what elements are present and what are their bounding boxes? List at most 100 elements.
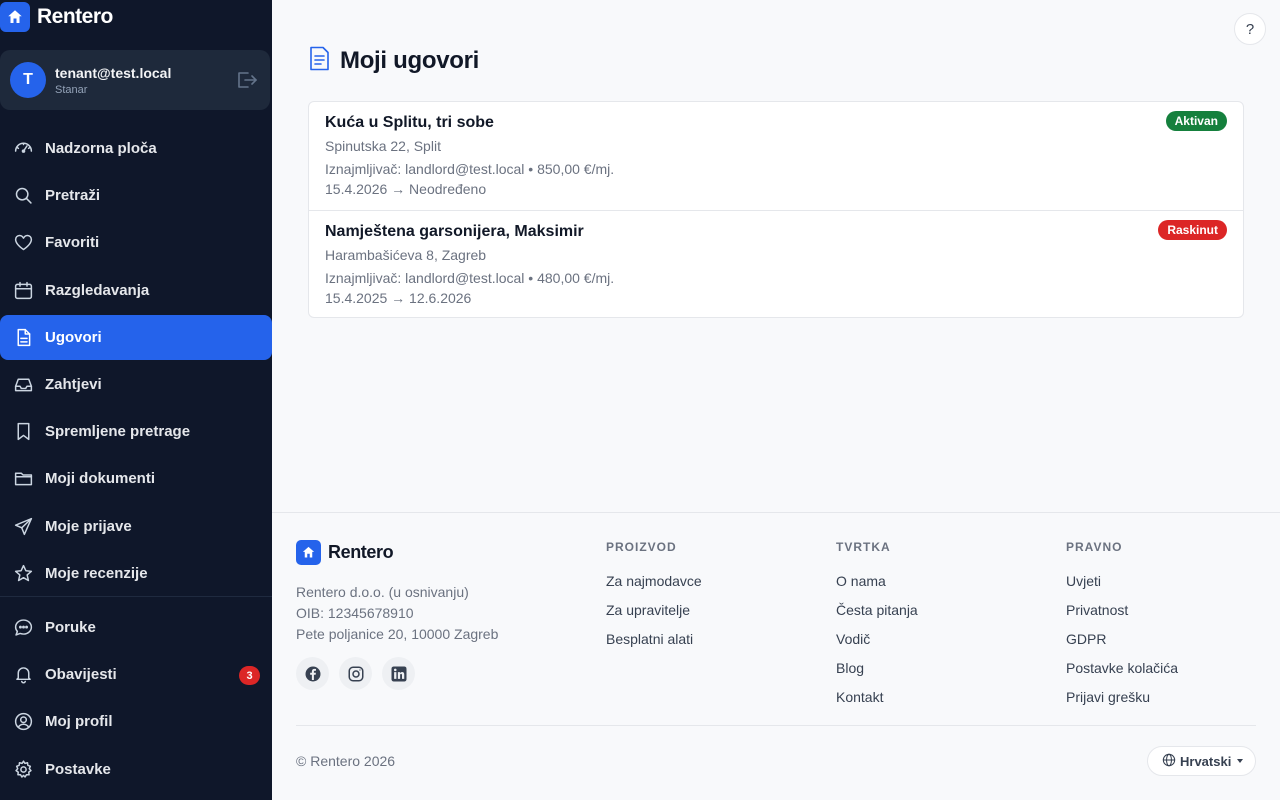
sidebar-item-label: Zahtjevi bbox=[45, 376, 102, 393]
page-title: Moji ugovori bbox=[340, 47, 480, 74]
sidebar-item-obavijesti[interactable]: Obavijesti 3 bbox=[0, 652, 272, 697]
sidebar-item-moj-profil[interactable]: Moj profil bbox=[0, 699, 272, 744]
notification-badge: 3 bbox=[239, 666, 260, 685]
sidebar-item-razgledavanja[interactable]: Razgledavanja bbox=[0, 268, 272, 313]
user-email: tenant@test.local bbox=[55, 64, 172, 81]
sidebar-item-moje-recenzije[interactable]: Moje recenzije bbox=[0, 551, 272, 596]
contract-period: 15.4.2025 → 12.6.2026 bbox=[325, 290, 472, 306]
footer-link[interactable]: Besplatni alati bbox=[606, 625, 702, 654]
calendar-icon bbox=[12, 280, 34, 302]
footer-link[interactable]: Za najmodavce bbox=[606, 567, 702, 596]
footer-link[interactable]: Vodič bbox=[836, 625, 918, 654]
footer-link[interactable]: Česta pitanja bbox=[836, 596, 918, 625]
language-select[interactable]: Hrvatski bbox=[1147, 746, 1256, 776]
chat-icon bbox=[12, 617, 34, 639]
document-icon bbox=[309, 46, 330, 76]
globe-icon bbox=[1162, 753, 1176, 770]
sidebar-item-postavke[interactable]: Postavke bbox=[0, 747, 272, 792]
help-button[interactable]: ? bbox=[1234, 13, 1266, 45]
status-badge: Raskinut bbox=[1158, 220, 1227, 240]
company-name: Rentero d.o.o. (u osnivanju) bbox=[296, 584, 469, 600]
user-card: T tenant@test.local Stanar bbox=[0, 50, 270, 110]
footer-column-title: PRAVNO bbox=[1066, 540, 1123, 554]
copyright: © Rentero 2026 bbox=[296, 753, 396, 769]
footer-link[interactable]: Prijavi grešku bbox=[1066, 683, 1178, 712]
gauge-icon bbox=[12, 138, 34, 160]
footer-column-pravno: PRAVNO Uvjeti Privatnost GDPR Postavke kolač… bbox=[1066, 540, 1178, 712]
footer-link[interactable]: Postavke kolačića bbox=[1066, 654, 1178, 683]
footer-link[interactable]: Blog bbox=[836, 654, 918, 683]
sidebar-item-label: Nadzorna ploča bbox=[45, 140, 157, 157]
sidebar-item-moji-dokumenti[interactable]: Moji dokumenti bbox=[0, 456, 272, 501]
sidebar-item-label: Obavijesti bbox=[45, 666, 117, 683]
sidebar-item-label: Postavke bbox=[45, 761, 111, 778]
instagram-icon[interactable] bbox=[339, 657, 372, 690]
company-oib: OIB: 12345678910 bbox=[296, 605, 414, 621]
sidebar-item-favoriti[interactable]: Favoriti bbox=[0, 220, 272, 265]
home-icon bbox=[0, 2, 30, 32]
sidebar-item-label: Moj profil bbox=[45, 713, 113, 730]
caret-down-icon bbox=[1237, 759, 1244, 763]
contract-row[interactable]: Namještena garsonijera, Maksimir Harambaš… bbox=[309, 210, 1243, 318]
footer-link[interactable]: Za upravitelje bbox=[606, 596, 702, 625]
social-links bbox=[296, 657, 415, 690]
footer-brand[interactable]: Rentero bbox=[296, 540, 394, 565]
footer-divider bbox=[296, 725, 1256, 726]
footer-link[interactable]: Kontakt bbox=[836, 683, 918, 712]
footer-link[interactable]: Privatnost bbox=[1066, 596, 1178, 625]
star-icon bbox=[12, 563, 34, 585]
user-role: Stanar bbox=[55, 83, 88, 96]
sidebar-item-pretraži[interactable]: Pretraži bbox=[0, 173, 272, 218]
logout-icon[interactable] bbox=[236, 70, 258, 90]
contracts-list: Kuća u Splitu, tri sobe Spinutska 22, Spl… bbox=[308, 101, 1244, 318]
footer-column-proizvod: PROIZVOD Za najmodavce Za upravitelje Bespl… bbox=[606, 540, 702, 654]
sidebar-item-label: Razgledavanja bbox=[45, 282, 150, 299]
inbox-icon bbox=[12, 374, 34, 396]
facebook-icon[interactable] bbox=[296, 657, 329, 690]
contract-landlord-rent: Iznajmljivač: landlord@test.local • 480,… bbox=[325, 270, 615, 286]
sidebar-item-label: Moje prijave bbox=[45, 518, 132, 535]
sidebar-item-label: Poruke bbox=[45, 619, 96, 636]
sidebar-item-label: Pretraži bbox=[45, 187, 101, 204]
home-icon bbox=[296, 540, 321, 565]
contract-landlord-rent: Iznajmljivač: landlord@test.local • 850,… bbox=[325, 161, 615, 177]
sidebar-item-label: Moji dokumenti bbox=[45, 470, 155, 487]
document-icon bbox=[12, 327, 34, 349]
bell-icon bbox=[12, 664, 34, 686]
company-info: Rentero d.o.o. (u osnivanju) OIB: 123456… bbox=[296, 582, 498, 645]
heart-icon bbox=[12, 232, 34, 254]
brand-name: Rentero bbox=[37, 5, 113, 28]
sidebar-item-ugovori[interactable]: Ugovori bbox=[0, 315, 272, 360]
footer-link[interactable]: Uvjeti bbox=[1066, 567, 1178, 596]
footer-column-title: PROIZVOD bbox=[606, 540, 677, 554]
sidebar: Rentero T tenant@test.local Stanar Nadzo… bbox=[0, 0, 272, 800]
sidebar-item-label: Favoriti bbox=[45, 234, 100, 251]
contract-period: 15.4.2026 → Neodređeno bbox=[325, 181, 487, 197]
brand[interactable]: Rentero bbox=[0, 2, 113, 32]
linkedin-icon[interactable] bbox=[382, 657, 415, 690]
footer-link[interactable]: O nama bbox=[836, 567, 918, 596]
contract-address: Spinutska 22, Split bbox=[325, 138, 441, 154]
send-icon bbox=[12, 516, 34, 538]
status-badge: Aktivan bbox=[1165, 111, 1227, 131]
footer: Rentero Rentero d.o.o. (u osnivanju) OIB… bbox=[272, 512, 1280, 800]
footer-link[interactable]: GDPR bbox=[1066, 625, 1178, 654]
gear-icon bbox=[12, 759, 34, 781]
sidebar-item-poruke[interactable]: Poruke bbox=[0, 605, 272, 650]
folder-icon bbox=[12, 468, 34, 490]
contract-row[interactable]: Kuća u Splitu, tri sobe Spinutska 22, Spl… bbox=[309, 102, 1243, 210]
contract-title: Namještena garsonijera, Maksimir bbox=[325, 223, 584, 240]
sidebar-item-moje-prijave[interactable]: Moje prijave bbox=[0, 504, 272, 549]
footer-brand-name: Rentero bbox=[328, 542, 394, 562]
sidebar-item-label: Spremljene pretrage bbox=[45, 423, 191, 440]
sidebar-item-nadzorna-ploča[interactable]: Nadzorna ploča bbox=[0, 126, 272, 171]
nav-divider bbox=[0, 596, 272, 597]
bookmark-icon bbox=[12, 421, 34, 443]
avatar: T bbox=[10, 62, 46, 98]
footer-column-title: TVRTKA bbox=[836, 540, 891, 554]
search-icon bbox=[12, 185, 34, 207]
contract-address: Harambašićeva 8, Zagreb bbox=[325, 247, 487, 263]
sidebar-item-label: Moje recenzije bbox=[45, 565, 148, 582]
sidebar-item-zahtjevi[interactable]: Zahtjevi bbox=[0, 362, 272, 407]
sidebar-item-spremljene-pretrage[interactable]: Spremljene pretrage bbox=[0, 409, 272, 454]
